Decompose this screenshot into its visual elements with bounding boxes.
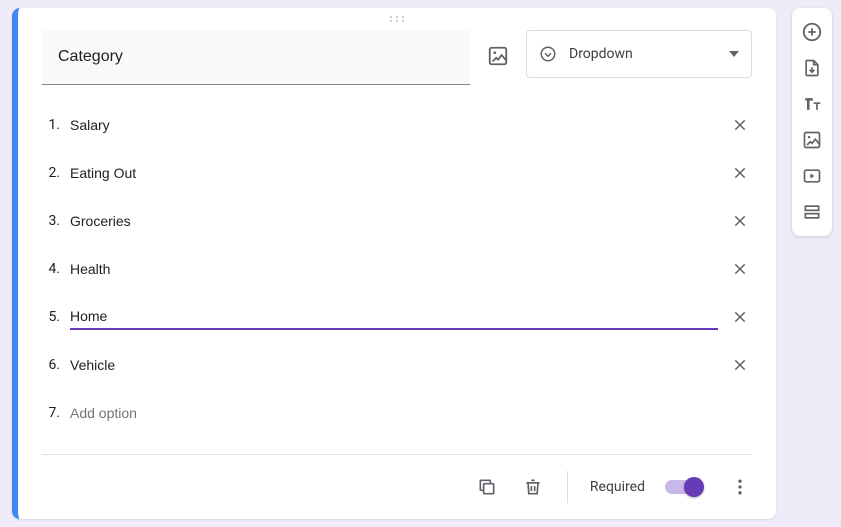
option-number: 6. xyxy=(42,357,60,373)
option-row: 7. xyxy=(42,389,752,437)
option-row: 5. xyxy=(42,293,752,341)
option-input[interactable] xyxy=(70,161,718,185)
add-image-sidebar-button[interactable] xyxy=(794,122,830,158)
required-toggle[interactable] xyxy=(665,480,702,494)
duplicate-button[interactable] xyxy=(469,469,505,505)
option-number: 5. xyxy=(42,309,60,325)
options-list: 1. 2. 3. 4. 5. 6. 7. xyxy=(18,89,776,454)
add-video-button[interactable] xyxy=(794,158,830,194)
remove-option-button[interactable] xyxy=(728,113,752,137)
question-card: Dropdown 1. 2. 3. 4. 5. 6. 7. Required xyxy=(12,8,776,519)
required-label: Required xyxy=(590,479,645,495)
add-question-button[interactable] xyxy=(794,14,830,50)
option-number: 3. xyxy=(42,213,60,229)
remove-option-button[interactable] xyxy=(728,305,752,329)
option-row: 3. xyxy=(42,197,752,245)
remove-option-button[interactable] xyxy=(728,209,752,233)
option-row: 1. xyxy=(42,101,752,149)
delete-button[interactable] xyxy=(515,469,551,505)
option-input[interactable] xyxy=(70,257,718,281)
add-title-button[interactable] xyxy=(794,86,830,122)
import-questions-button[interactable] xyxy=(794,50,830,86)
option-number: 2. xyxy=(42,165,60,181)
question-type-select[interactable]: Dropdown xyxy=(526,30,752,78)
dropdown-type-icon xyxy=(539,45,557,63)
option-number: 7. xyxy=(42,405,60,421)
add-image-button[interactable] xyxy=(486,44,510,68)
question-type-label: Dropdown xyxy=(569,46,717,62)
option-row: 6. xyxy=(42,341,752,389)
option-input[interactable] xyxy=(70,209,718,233)
drag-handle[interactable] xyxy=(18,8,776,30)
question-header: Dropdown xyxy=(18,30,776,89)
option-row: 2. xyxy=(42,149,752,197)
option-row: 4. xyxy=(42,245,752,293)
question-title-input[interactable] xyxy=(42,30,470,85)
option-number: 4. xyxy=(42,261,60,277)
option-number: 1. xyxy=(42,117,60,133)
remove-option-button[interactable] xyxy=(728,353,752,377)
remove-option-button[interactable] xyxy=(728,161,752,185)
add-option-input[interactable] xyxy=(70,401,718,425)
caret-down-icon xyxy=(729,51,739,57)
option-input[interactable] xyxy=(70,304,718,330)
remove-option-button[interactable] xyxy=(728,257,752,281)
option-input[interactable] xyxy=(70,113,718,137)
question-footer: Required xyxy=(18,455,776,519)
footer-separator xyxy=(567,471,568,503)
side-toolbar xyxy=(792,8,832,236)
more-options-button[interactable] xyxy=(722,469,758,505)
option-input[interactable] xyxy=(70,353,718,377)
add-section-button[interactable] xyxy=(794,194,830,230)
